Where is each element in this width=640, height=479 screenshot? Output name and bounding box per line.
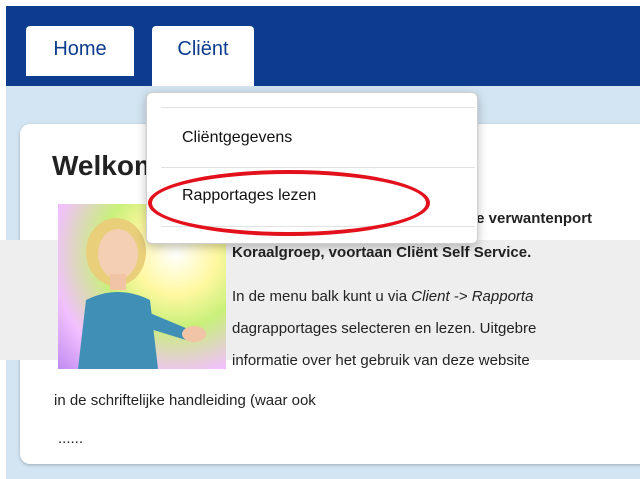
- content-line-5: informatie over het gebruik van deze web…: [232, 352, 530, 369]
- top-navbar: Home Cliënt: [6, 6, 640, 86]
- content-line-1: le verwantenport: [472, 210, 593, 227]
- tab-client[interactable]: Cliënt: [152, 26, 254, 86]
- content-line-4: dagrapportages selecteren en lezen. Uitg…: [232, 320, 537, 337]
- menu-item-read-reports[interactable]: Rapportages lezen: [182, 187, 316, 205]
- page-title: Welkom: [52, 150, 159, 181]
- content-line-6: in de schriftelijke handleiding (waar oo…: [54, 392, 316, 409]
- content-line-3: In de menu balk kunt u via Client -> Rap…: [232, 288, 534, 305]
- menu-divider: [161, 167, 475, 168]
- client-dropdown-menu: Cliëntgegevens Rapportages lezen: [146, 92, 478, 244]
- content-ellipsis: ......: [58, 430, 84, 447]
- tab-home[interactable]: Home: [26, 26, 134, 76]
- menu-divider: [161, 226, 475, 227]
- menu-divider: [161, 107, 475, 108]
- menu-item-client-data[interactable]: Cliëntgegevens: [182, 129, 292, 147]
- content-line-2: Koraalgroep, voortaan Cliënt Self Servic…: [232, 244, 532, 261]
